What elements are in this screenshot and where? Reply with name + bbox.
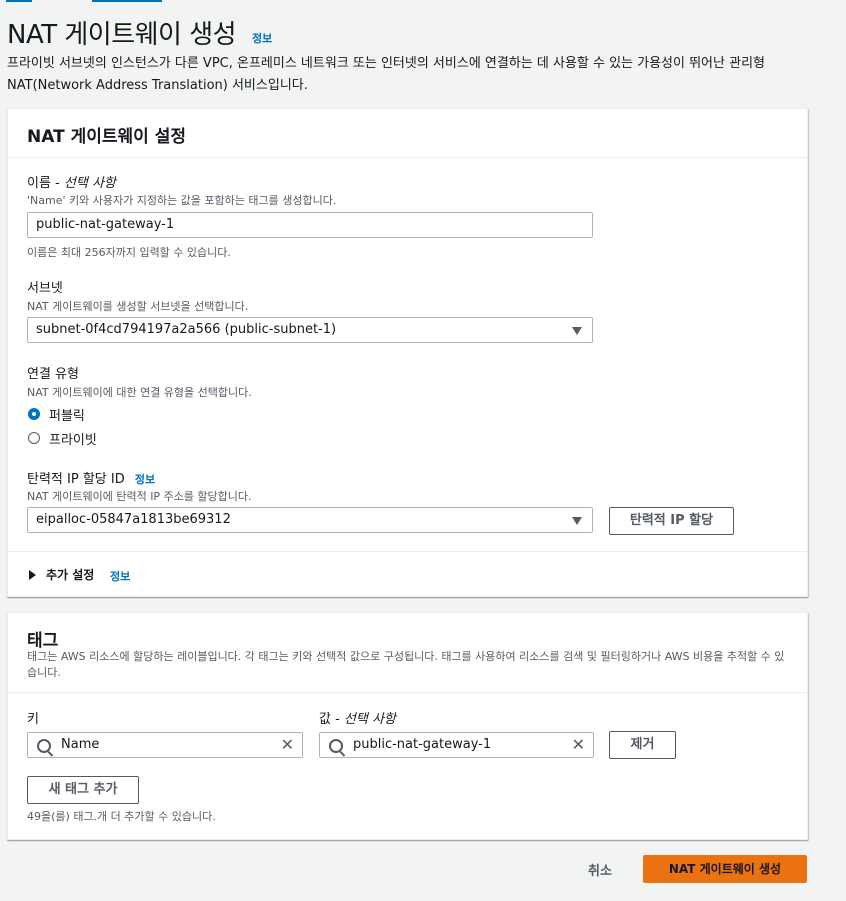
- subnet-select-value: subnet-0f4cd794197a2a566 (public-subnet-…: [36, 322, 337, 337]
- search-icon: [329, 739, 343, 753]
- radio-private-label[interactable]: 프라이빗: [49, 429, 97, 448]
- tag-value-input[interactable]: public-nat-gateway-1 ✕: [319, 732, 594, 758]
- breadcrumb-link-1[interactable]: [6, 0, 32, 2]
- eip-label: 탄력적 IP 할당 ID 정보: [27, 472, 156, 487]
- subnet-description: NAT 게이트웨이를 생성할 서브넷을 선택합니다.: [27, 300, 249, 313]
- subnet-label: 서브넷: [27, 281, 63, 296]
- create-nat-gateway-button[interactable]: NAT 게이트웨이 생성: [643, 855, 807, 883]
- remove-tag-button[interactable]: 제거: [609, 731, 676, 759]
- add-tag-button[interactable]: 새 태그 추가: [27, 776, 139, 804]
- eip-info-link[interactable]: 정보: [135, 473, 155, 486]
- allocate-eip-button[interactable]: 탄력적 IP 할당: [609, 507, 734, 535]
- divider: [8, 551, 807, 552]
- radio-private[interactable]: [28, 432, 40, 444]
- tag-key-value: Name: [61, 737, 100, 752]
- radio-public[interactable]: [28, 408, 40, 420]
- caret-right-icon: [29, 570, 36, 580]
- additional-settings-label: 추가 설정: [46, 568, 95, 582]
- tag-key-label: 키: [27, 712, 39, 727]
- nat-settings-panel: NAT 게이트웨이 설정 이름 - 선택 사항 'Name' 키와 사용자가 지…: [7, 108, 808, 597]
- radio-public-label[interactable]: 퍼블릭: [49, 405, 85, 424]
- tags-description: 태그는 AWS 리소스에 할당하는 레이블입니다. 각 태그는 키와 선택적 값…: [27, 650, 785, 679]
- page-info-link[interactable]: 정보: [252, 30, 272, 46]
- name-label: 이름 - 선택 사항: [27, 176, 116, 191]
- tag-value-label: 값 - 선택 사항: [319, 712, 396, 727]
- tags-remaining: 49을(를) 태그.개 더 추가할 수 있습니다.: [27, 810, 216, 823]
- settings-panel-title: NAT 게이트웨이 설정: [27, 127, 186, 147]
- eip-description: NAT 게이트웨이에 탄력적 IP 주소를 할당합니다.: [27, 490, 252, 503]
- page-title: NAT 게이트웨이 생성: [7, 20, 237, 50]
- connectivity-label: 연결 유형: [27, 367, 79, 382]
- caret-down-icon: [572, 327, 582, 335]
- additional-info-link[interactable]: 정보: [110, 568, 130, 584]
- clear-icon[interactable]: ✕: [281, 737, 294, 753]
- eip-select[interactable]: eipalloc-05847a1813be69312: [27, 507, 593, 533]
- page-description: 프라이빗 서브넷의 인스턴스가 다른 VPC, 온프레미스 네트워크 또는 인터…: [7, 56, 765, 93]
- clear-icon[interactable]: ✕: [572, 737, 585, 753]
- name-hint: 이름은 최대 256자까지 입력할 수 있습니다.: [27, 246, 231, 259]
- cancel-button[interactable]: 취소: [588, 860, 612, 879]
- tag-value-value: public-nat-gateway-1: [353, 737, 492, 752]
- search-icon: [37, 739, 51, 753]
- caret-down-icon: [572, 517, 582, 525]
- tags-panel-title: 태그: [27, 631, 59, 651]
- name-description: 'Name' 키와 사용자가 지정하는 값을 포함하는 태그를 생성합니다.: [27, 194, 337, 207]
- tag-key-input[interactable]: Name ✕: [27, 732, 303, 758]
- tags-panel: 태그 태그는 AWS 리소스에 할당하는 레이블입니다. 각 태그는 키와 선택…: [7, 612, 808, 840]
- breadcrumb-link-2[interactable]: [92, 0, 162, 2]
- connectivity-description: NAT 게이트웨이에 대한 연결 유형을 선택합니다.: [27, 386, 252, 399]
- eip-select-value: eipalloc-05847a1813be69312: [36, 512, 231, 527]
- subnet-select[interactable]: subnet-0f4cd794197a2a566 (public-subnet-…: [27, 317, 593, 343]
- name-input[interactable]: public-nat-gateway-1: [27, 212, 593, 238]
